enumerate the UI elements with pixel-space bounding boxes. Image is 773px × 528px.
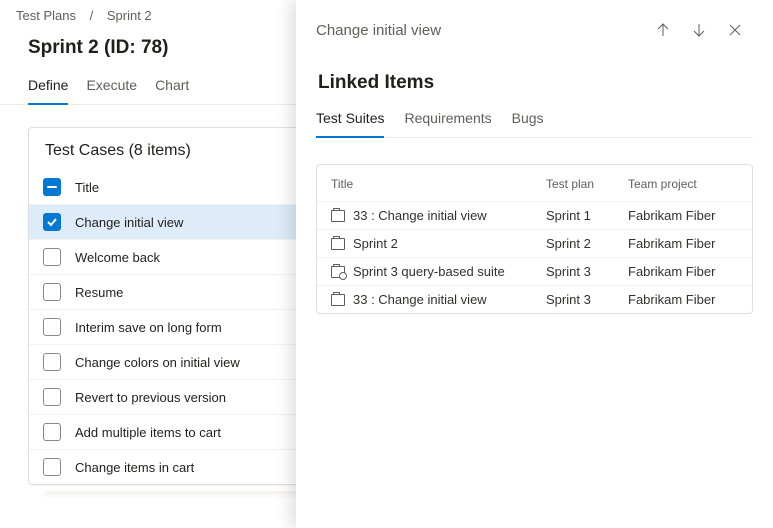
- breadcrumb-current[interactable]: Sprint 2: [107, 8, 152, 23]
- linked-table-header: Title Test plan Team project: [317, 165, 752, 201]
- tab-chart[interactable]: Chart: [155, 73, 189, 105]
- row-checkbox[interactable]: [43, 318, 61, 336]
- tab-execute[interactable]: Execute: [86, 73, 137, 105]
- query-suite-icon: [331, 266, 345, 278]
- linked-items-table: Title Test plan Team project 33 : Change…: [316, 164, 753, 314]
- arrow-up-icon: [655, 22, 671, 38]
- arrow-down-icon: [691, 22, 707, 38]
- test-case-title: Resume: [75, 285, 123, 300]
- linked-item-plan: Sprint 3: [546, 292, 628, 307]
- linked-item-row[interactable]: Sprint 3 query-based suite Sprint 3Fabrik…: [317, 257, 752, 285]
- suite-icon: [331, 294, 345, 306]
- col-title-header[interactable]: Title: [331, 177, 546, 191]
- row-checkbox[interactable]: [43, 213, 61, 231]
- linked-items-heading: Linked Items: [318, 72, 753, 94]
- linked-item-plan: Sprint 3: [546, 264, 628, 279]
- breadcrumb-separator: /: [90, 8, 94, 23]
- test-case-title: Add multiple items to cart: [75, 425, 221, 440]
- test-case-title: Change initial view: [75, 215, 183, 230]
- tab-requirements[interactable]: Requirements: [404, 106, 491, 138]
- select-all-checkbox[interactable]: [43, 178, 61, 196]
- prev-button[interactable]: [645, 12, 681, 48]
- suite-icon: [331, 210, 345, 222]
- check-icon: [46, 216, 58, 228]
- panel-title: Change initial view: [316, 22, 645, 39]
- title-column-header[interactable]: Title: [75, 180, 99, 195]
- tab-define[interactable]: Define: [28, 73, 68, 105]
- linked-item-row[interactable]: Sprint 2Sprint 2Fabrikam Fiber: [317, 229, 752, 257]
- linked-item-plan: Sprint 1: [546, 208, 628, 223]
- test-case-title: Interim save on long form: [75, 320, 222, 335]
- linked-item-plan: Sprint 2: [546, 236, 628, 251]
- linked-item-team: Fabrikam Fiber: [628, 292, 738, 307]
- row-checkbox[interactable]: [43, 353, 61, 371]
- linked-item-row[interactable]: 33 : Change initial view Sprint 1Fabrikam…: [317, 201, 752, 229]
- col-plan-header[interactable]: Test plan: [546, 177, 628, 191]
- linked-items-tabs: Test Suites Requirements Bugs: [316, 106, 753, 138]
- breadcrumb-root[interactable]: Test Plans: [16, 8, 76, 23]
- row-checkbox[interactable]: [43, 248, 61, 266]
- linked-item-title: 33 : Change initial view: [353, 208, 487, 223]
- linked-item-team: Fabrikam Fiber: [628, 208, 738, 223]
- test-case-title: Change colors on initial view: [75, 355, 240, 370]
- test-case-title: Change items in cart: [75, 460, 194, 475]
- suite-icon: [331, 238, 345, 250]
- test-case-title: Revert to previous version: [75, 390, 226, 405]
- tab-test-suites[interactable]: Test Suites: [316, 106, 384, 138]
- linked-item-team: Fabrikam Fiber: [628, 236, 738, 251]
- next-button[interactable]: [681, 12, 717, 48]
- linked-item-title: Sprint 2: [353, 236, 398, 251]
- linked-item-team: Fabrikam Fiber: [628, 264, 738, 279]
- close-icon: [727, 22, 743, 38]
- close-button[interactable]: [717, 12, 753, 48]
- linked-item-title: Sprint 3 query-based suite: [353, 264, 505, 279]
- linked-item-title: 33 : Change initial view: [353, 292, 487, 307]
- col-team-header[interactable]: Team project: [628, 177, 738, 191]
- test-case-title: Welcome back: [75, 250, 160, 265]
- tab-bugs[interactable]: Bugs: [512, 106, 544, 138]
- details-panel: Change initial view Linked Items Test Su…: [296, 0, 773, 528]
- row-checkbox[interactable]: [43, 423, 61, 441]
- row-checkbox[interactable]: [43, 283, 61, 301]
- row-checkbox[interactable]: [43, 388, 61, 406]
- row-checkbox[interactable]: [43, 458, 61, 476]
- linked-item-row[interactable]: 33 : Change initial view Sprint 3Fabrikam…: [317, 285, 752, 313]
